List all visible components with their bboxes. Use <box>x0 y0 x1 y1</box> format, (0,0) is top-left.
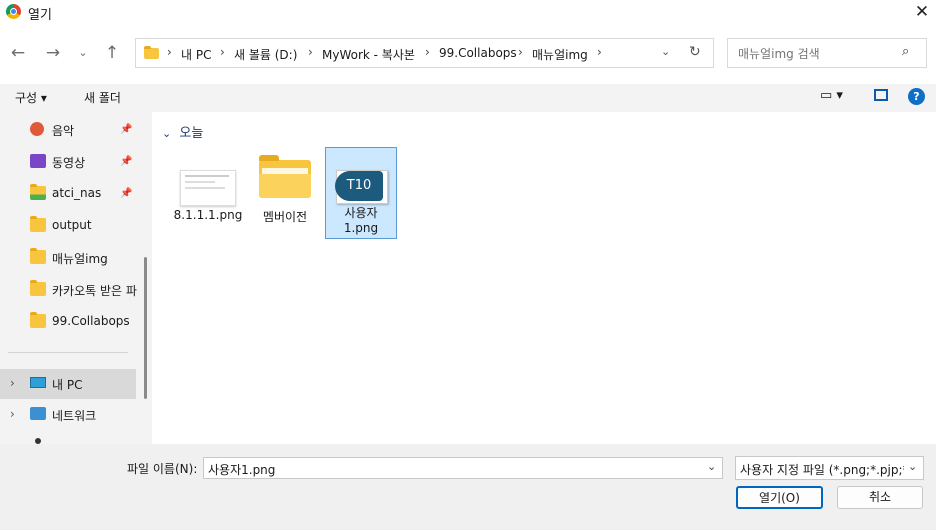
folder-icon <box>30 280 46 296</box>
breadcrumb-volume[interactable]: 새 볼륨 (D:) <box>234 46 297 63</box>
pin-icon: 📌 <box>120 156 133 167</box>
breadcrumb-manual-img[interactable]: 매뉴얼img <box>532 46 588 63</box>
arrow-right-icon: → <box>45 43 61 63</box>
sidebar-scrollbar[interactable] <box>144 257 147 399</box>
refresh-icon[interactable]: ↻ <box>689 44 701 60</box>
file-name: 사용자 1.png <box>343 206 379 235</box>
back-button[interactable]: ← <box>7 42 29 64</box>
chevron-down-icon[interactable]: ⌄ <box>707 460 716 473</box>
organize-button[interactable]: 구성 ▾ <box>15 89 47 106</box>
folder-name: 멤버이전 <box>262 210 308 224</box>
arrow-left-icon: ← <box>10 43 26 63</box>
chevron-down-icon: ⌄ <box>78 46 88 59</box>
chevron-right-icon: › <box>597 45 602 59</box>
chevron-down-icon: ⌄ <box>162 127 172 140</box>
view-options-icon[interactable]: ▭ ▾ <box>820 88 843 103</box>
search-box[interactable]: ⌕ <box>727 38 927 68</box>
sidebar-item-label: 내 PC <box>52 378 83 392</box>
help-icon[interactable]: ? <box>908 88 925 105</box>
close-icon: ✕ <box>914 2 930 22</box>
file-name: 8.1.1.1.png <box>173 208 243 222</box>
up-button[interactable]: ↑ <box>101 42 123 64</box>
preview-pane-icon[interactable] <box>874 89 888 101</box>
address-dropdown-icon[interactable]: ⌄ <box>661 45 670 58</box>
sidebar-item-output[interactable]: output <box>30 216 142 236</box>
network-icon <box>30 407 46 420</box>
music-icon <box>30 122 44 136</box>
pc-icon <box>30 377 46 388</box>
bottom-panel: 파일 이름(N): 사용자1.png ⌄ 사용자 지정 파일 (*.png;*.… <box>0 444 936 530</box>
filetype-select[interactable]: 사용자 지정 파일 (*.png;*.pjp;* ⌄ <box>735 456 924 480</box>
breadcrumb-collabops[interactable]: 99.Collabops <box>439 46 517 60</box>
file-item-selected[interactable]: T10 사용자 1.png <box>325 147 397 239</box>
file-item[interactable]: 8.1.1.1.png <box>170 150 246 236</box>
cancel-button[interactable]: 취소 <box>837 486 923 509</box>
navigation-pane: 음악 📌 동영상 📌 atci_nas 📌 output 매뉴얼img 카카오톡… <box>0 112 152 444</box>
search-icon: ⌕ <box>902 44 910 59</box>
chevron-right-icon: › <box>308 45 313 59</box>
close-button[interactable]: ✕ <box>910 1 934 23</box>
forward-button[interactable]: → <box>42 42 64 64</box>
folder-item[interactable]: 멤버이전 <box>250 150 320 236</box>
sidebar-item-manual-img[interactable]: 매뉴얼img <box>30 248 142 268</box>
sidebar-item-kakaotalk[interactable]: 카카오톡 받은 파 <box>30 280 142 300</box>
folder-icon <box>30 312 46 328</box>
open-button[interactable]: 열기(O) <box>736 486 823 509</box>
thumbnail-label: T10 <box>335 171 383 201</box>
pin-icon: 📌 <box>120 188 133 199</box>
image-thumbnail <box>180 170 236 206</box>
network-folder-icon <box>30 184 46 200</box>
sidebar-item-label: 네트워크 <box>52 409 97 423</box>
new-folder-button[interactable]: 새 폴더 <box>84 89 121 106</box>
filetype-value: 사용자 지정 파일 (*.png;*.pjp;* <box>740 463 904 477</box>
command-bar: 구성 ▾ 새 폴더 ▭ ▾ ? <box>0 84 936 112</box>
image-thumbnail: T10 <box>335 170 388 204</box>
pin-icon: 📌 <box>120 124 133 135</box>
recent-locations-button[interactable]: ⌄ <box>72 42 94 64</box>
chevron-right-icon: › <box>425 45 430 59</box>
video-icon <box>30 154 46 168</box>
breadcrumb-pc[interactable]: 내 PC <box>181 46 211 63</box>
sidebar-item-network[interactable]: › 네트워크 <box>0 402 136 428</box>
folder-icon <box>259 155 311 198</box>
sidebar-item-pc[interactable]: › 내 PC <box>0 369 136 399</box>
window-title: 열기 <box>28 8 52 23</box>
sidebar-item-collabops[interactable]: 99.Collabops <box>30 312 142 332</box>
chevron-right-icon: › <box>518 45 523 59</box>
divider <box>8 352 128 353</box>
chevron-right-icon: › <box>167 45 172 59</box>
filename-label: 파일 이름(N): <box>127 462 198 476</box>
breadcrumb-mywork[interactable]: MyWork - 복사본 <box>322 46 415 63</box>
chevron-right-icon: › <box>10 407 15 421</box>
address-bar[interactable]: › 내 PC › 새 볼륨 (D:) › MyWork - 복사본 › 99.C… <box>135 38 714 68</box>
folder-icon <box>30 248 46 264</box>
folder-icon <box>30 216 46 232</box>
group-header[interactable]: ⌄ 오늘 <box>162 122 203 141</box>
arrow-up-icon: ↑ <box>104 43 120 63</box>
filename-field[interactable]: 사용자1.png ⌄ <box>203 457 723 479</box>
folder-icon <box>144 46 159 59</box>
title-bar: 열기 ✕ <box>0 0 936 26</box>
filename-value: 사용자1.png <box>208 463 276 477</box>
chevron-right-icon: › <box>10 376 15 390</box>
chevron-right-icon: › <box>220 45 225 59</box>
chrome-icon <box>6 4 21 19</box>
search-input[interactable] <box>736 44 900 64</box>
chevron-down-icon: ⌄ <box>908 460 918 473</box>
